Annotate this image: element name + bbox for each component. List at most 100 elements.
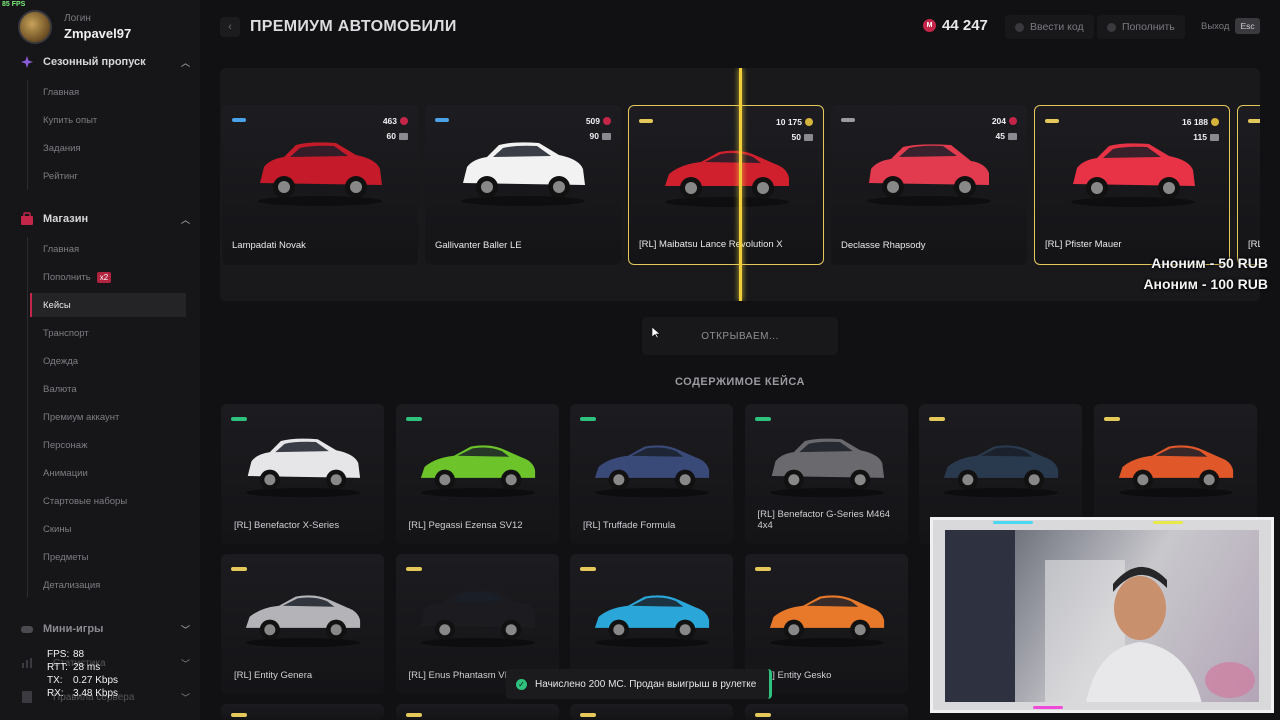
car-image (665, 150, 789, 207)
sidebar-item[interactable]: Детализация (30, 573, 186, 597)
rules-icon (22, 691, 32, 703)
rarity-tag (231, 417, 247, 421)
rarity-tag (1045, 119, 1059, 123)
sidebar-item[interactable]: Предметы (30, 545, 186, 569)
tree-line (27, 237, 28, 597)
netstat-key: TX: (47, 675, 63, 686)
rarity-tag (754, 417, 771, 421)
button-label: Пополнить (1122, 21, 1175, 33)
item-price: 10 175 (776, 117, 813, 127)
gamepad-icon (21, 626, 33, 633)
roulette-item: 16 188 115 [RL] Pfister Mauer (1034, 105, 1230, 265)
sidebar-item-label: Валюта (43, 383, 77, 395)
exit-button[interactable]: Выход Esc (1201, 18, 1260, 34)
redeem-code-button[interactable]: Ввести код (1005, 15, 1094, 39)
section-title: Сезонный пропуск (43, 56, 146, 68)
car-image (258, 142, 382, 206)
case-contents-title: СОДЕРЖИМОЕ КЕЙСА (675, 376, 805, 388)
sidebar-item[interactable]: Скины (30, 517, 186, 541)
case-content-item[interactable]: [RL] Benefactor G-Series M464 4x4 (744, 404, 908, 544)
frame-decoration (1153, 521, 1183, 524)
back-button[interactable]: ‹ (220, 17, 240, 37)
case-content-item[interactable] (221, 704, 384, 720)
rarity-tag (580, 713, 596, 717)
case-roulette: 463 60 Lampadati Novak 509 90 Gallivanter Bal… (220, 68, 1260, 301)
exit-label: Выход (1201, 20, 1230, 32)
case-content-item[interactable] (395, 704, 559, 720)
sidebar-item-label: Премиум аккаунт (43, 411, 120, 423)
sidebar-item[interactable]: Задания (30, 136, 186, 160)
sidebar-item[interactable]: Стартовые наборы (30, 489, 186, 513)
car-image (594, 595, 710, 648)
rarity-tag (231, 713, 247, 717)
esc-key-badge: Esc (1235, 18, 1260, 34)
sidebar-item-label: Предметы (43, 551, 89, 563)
car-image (1118, 445, 1233, 498)
gold-coin-icon (1211, 118, 1219, 126)
sidebar-item[interactable]: Премиум аккаунт (30, 405, 186, 429)
roulette-item: [RL] (1237, 105, 1260, 265)
rarity-tag (232, 118, 246, 122)
car-image (943, 445, 1059, 498)
rarity-tag (580, 417, 596, 421)
car-image (245, 438, 361, 498)
rarity-tag (231, 567, 247, 571)
sidebar-item[interactable]: Транспорт (30, 321, 186, 345)
car-name: [RL] Maibatsu Lance Revolution X (639, 239, 783, 250)
chevron-left-icon: ‹ (228, 21, 232, 33)
sidebar-item[interactable]: Главная (30, 237, 186, 261)
chevron-down-icon: ﹀ (180, 692, 190, 703)
open-case-button[interactable]: ОТКРЫВАЕМ... (642, 317, 838, 355)
avatar[interactable] (18, 10, 52, 44)
sidebar-item[interactable]: Персонаж (30, 433, 186, 457)
price-value: 10 175 (776, 117, 802, 127)
weight-icon (804, 133, 813, 141)
car-image (461, 142, 585, 206)
sidebar-item[interactable]: Главная (30, 80, 186, 104)
rarity-tag (841, 118, 855, 122)
car-name: [RL] (1248, 239, 1260, 250)
ticket-icon (1015, 22, 1024, 32)
roulette-item: 463 60 Lampadati Novak (222, 105, 418, 265)
case-content-item[interactable]: [RL] Pegassi Ezensa SV12 (395, 404, 559, 544)
car-name: Gallivanter Baller LE (435, 240, 522, 251)
gold-coin-icon (805, 118, 813, 126)
item-price: 16 188 (1182, 117, 1219, 127)
weight-icon (1210, 133, 1219, 141)
sidebar-item[interactable]: Купить опыт (30, 108, 186, 132)
sidebar-item[interactable]: Одежда (30, 349, 186, 373)
sidebar-item[interactable]: Валюта (30, 377, 186, 401)
sidebar-item[interactable]: Анимации (30, 461, 186, 485)
case-content-item[interactable] (570, 704, 733, 720)
item-price: 463 (383, 116, 408, 126)
price-value: 509 (585, 116, 600, 126)
chevron-up-icon: ︿ (180, 57, 190, 68)
sidebar-item[interactable]: Кейсы (30, 293, 186, 317)
netstat-row: RX: 3.48 Kbps (47, 687, 118, 700)
case-content-item[interactable]: [RL] Truffade Formula (570, 404, 733, 544)
sidebar-section-shop[interactable]: Магазин ︿ (20, 212, 190, 226)
car-name: Declasse Rhapsody (841, 240, 926, 251)
car-name: [RL] Pfister Mauer (1045, 239, 1122, 250)
topup-button[interactable]: Пополнить (1097, 15, 1185, 39)
sidebar: 85 FPS Логин Zmpavel97 Сезонный пропуск … (0, 0, 200, 720)
sidebar-section-season[interactable]: Сезонный пропуск ︿ (20, 55, 190, 69)
case-content-item[interactable] (744, 704, 908, 720)
sidebar-section-minigames[interactable]: Мини-игры ﹀ (20, 622, 190, 636)
network-stats: FPS: 88 RTT: 28 ms TX: 0.27 Kbps RX: 3.48 Kbps (47, 648, 118, 700)
netstat-row: RTT: 28 ms (47, 661, 118, 674)
rarity-tag (1103, 417, 1120, 421)
car-name: [RL] Truffade Formula (583, 520, 676, 531)
case-content-item[interactable]: [RL] Entity Genera (221, 554, 384, 694)
car-image (769, 438, 884, 498)
sidebar-item-label: Пополнить (43, 271, 91, 283)
case-content-item[interactable]: [RL] Benefactor X-Series (221, 404, 384, 544)
shop-icon (21, 212, 33, 225)
frame-decoration (993, 521, 1033, 524)
stats-icon (22, 658, 32, 668)
sidebar-item-label: Кейсы (43, 299, 71, 311)
weight-icon (1008, 132, 1017, 140)
sidebar-item[interactable]: Пополнить x2 (30, 265, 186, 289)
weight-icon (602, 132, 611, 140)
sidebar-item[interactable]: Рейтинг (30, 164, 186, 188)
